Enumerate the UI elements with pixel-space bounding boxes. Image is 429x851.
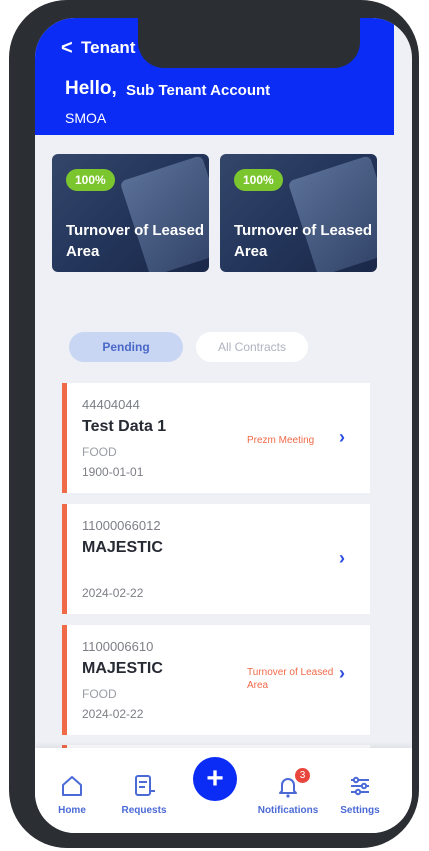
chevron-right-icon[interactable]: › bbox=[339, 427, 345, 448]
percent-badge: 100% bbox=[234, 169, 283, 191]
contract-date: 2024-02-22 bbox=[82, 586, 144, 600]
nav-home[interactable]: Home bbox=[37, 773, 107, 816]
chevron-right-icon[interactable]: › bbox=[339, 548, 345, 569]
greeting: Hello, bbox=[65, 78, 117, 99]
contract-title: MAJESTIC bbox=[82, 660, 163, 677]
company-name: SMOA bbox=[65, 110, 107, 126]
nav-label: Notifications bbox=[257, 805, 319, 816]
contract-category: FOOD bbox=[82, 687, 117, 701]
contract-code: 11000066012 bbox=[82, 518, 161, 533]
notification-badge: 3 bbox=[295, 768, 310, 783]
contract-title: Test Data 1 bbox=[82, 418, 167, 435]
contract-card[interactable]: 44404044 Test Data 1 FOOD 1900-01-01 Pre… bbox=[62, 383, 370, 493]
banner-card-2[interactable]: 100% Turnover of Leased Area bbox=[220, 154, 377, 272]
requests-icon bbox=[135, 775, 155, 796]
contract-card[interactable]: 1100006610 MAJESTIC FOOD 2024-02-22 Turn… bbox=[62, 625, 370, 735]
percent-badge: 100% bbox=[66, 169, 115, 191]
nav-label: Home bbox=[58, 805, 86, 816]
contract-status: Prezm Meeting bbox=[247, 435, 315, 446]
banner-card-1[interactable]: 100% Turnover of Leased Area bbox=[52, 154, 209, 272]
nav-settings[interactable]: Settings bbox=[325, 773, 395, 816]
nav-requests[interactable]: Requests bbox=[109, 773, 179, 816]
contract-code: 44404044 bbox=[82, 397, 140, 412]
bottom-nav: Home Requests + 3 Notifications Settings bbox=[35, 748, 412, 833]
contract-date: 2024-02-22 bbox=[82, 707, 144, 721]
contract-card[interactable]: 11000066012 MAJESTIC 2024-02-22 › bbox=[62, 504, 370, 614]
back-arrow-icon[interactable]: < bbox=[61, 37, 73, 60]
device-notch bbox=[138, 18, 360, 68]
add-button[interactable]: + bbox=[193, 757, 237, 801]
sliders-icon bbox=[351, 776, 369, 796]
contract-category: FOOD bbox=[82, 445, 117, 459]
contract-date: 1900-01-01 bbox=[82, 465, 144, 479]
nav-label: Settings bbox=[340, 805, 380, 816]
banner-caption: Turnover of Leased Area bbox=[234, 222, 373, 260]
tab-all-contracts[interactable]: All Contracts bbox=[196, 332, 308, 362]
nav-notifications[interactable]: 3 Notifications bbox=[253, 768, 323, 816]
app-screen: < Tenant Portal Hello, Sub Tenant Accoun… bbox=[35, 18, 412, 833]
tab-pending[interactable]: Pending bbox=[69, 332, 183, 362]
nav-label: Requests bbox=[121, 805, 167, 816]
home-icon bbox=[62, 776, 82, 796]
contract-status: Turnover of Leased Area bbox=[247, 667, 334, 691]
account-name: Sub Tenant Account bbox=[126, 82, 271, 99]
contract-title: MAJESTIC bbox=[82, 539, 163, 556]
plus-icon: + bbox=[206, 762, 224, 795]
contract-code: 1100006610 bbox=[82, 639, 154, 654]
banner-caption: Turnover of Leased Area bbox=[66, 222, 205, 260]
phone-frame: < Tenant Portal Hello, Sub Tenant Accoun… bbox=[9, 0, 419, 848]
chevron-right-icon[interactable]: › bbox=[339, 663, 345, 684]
